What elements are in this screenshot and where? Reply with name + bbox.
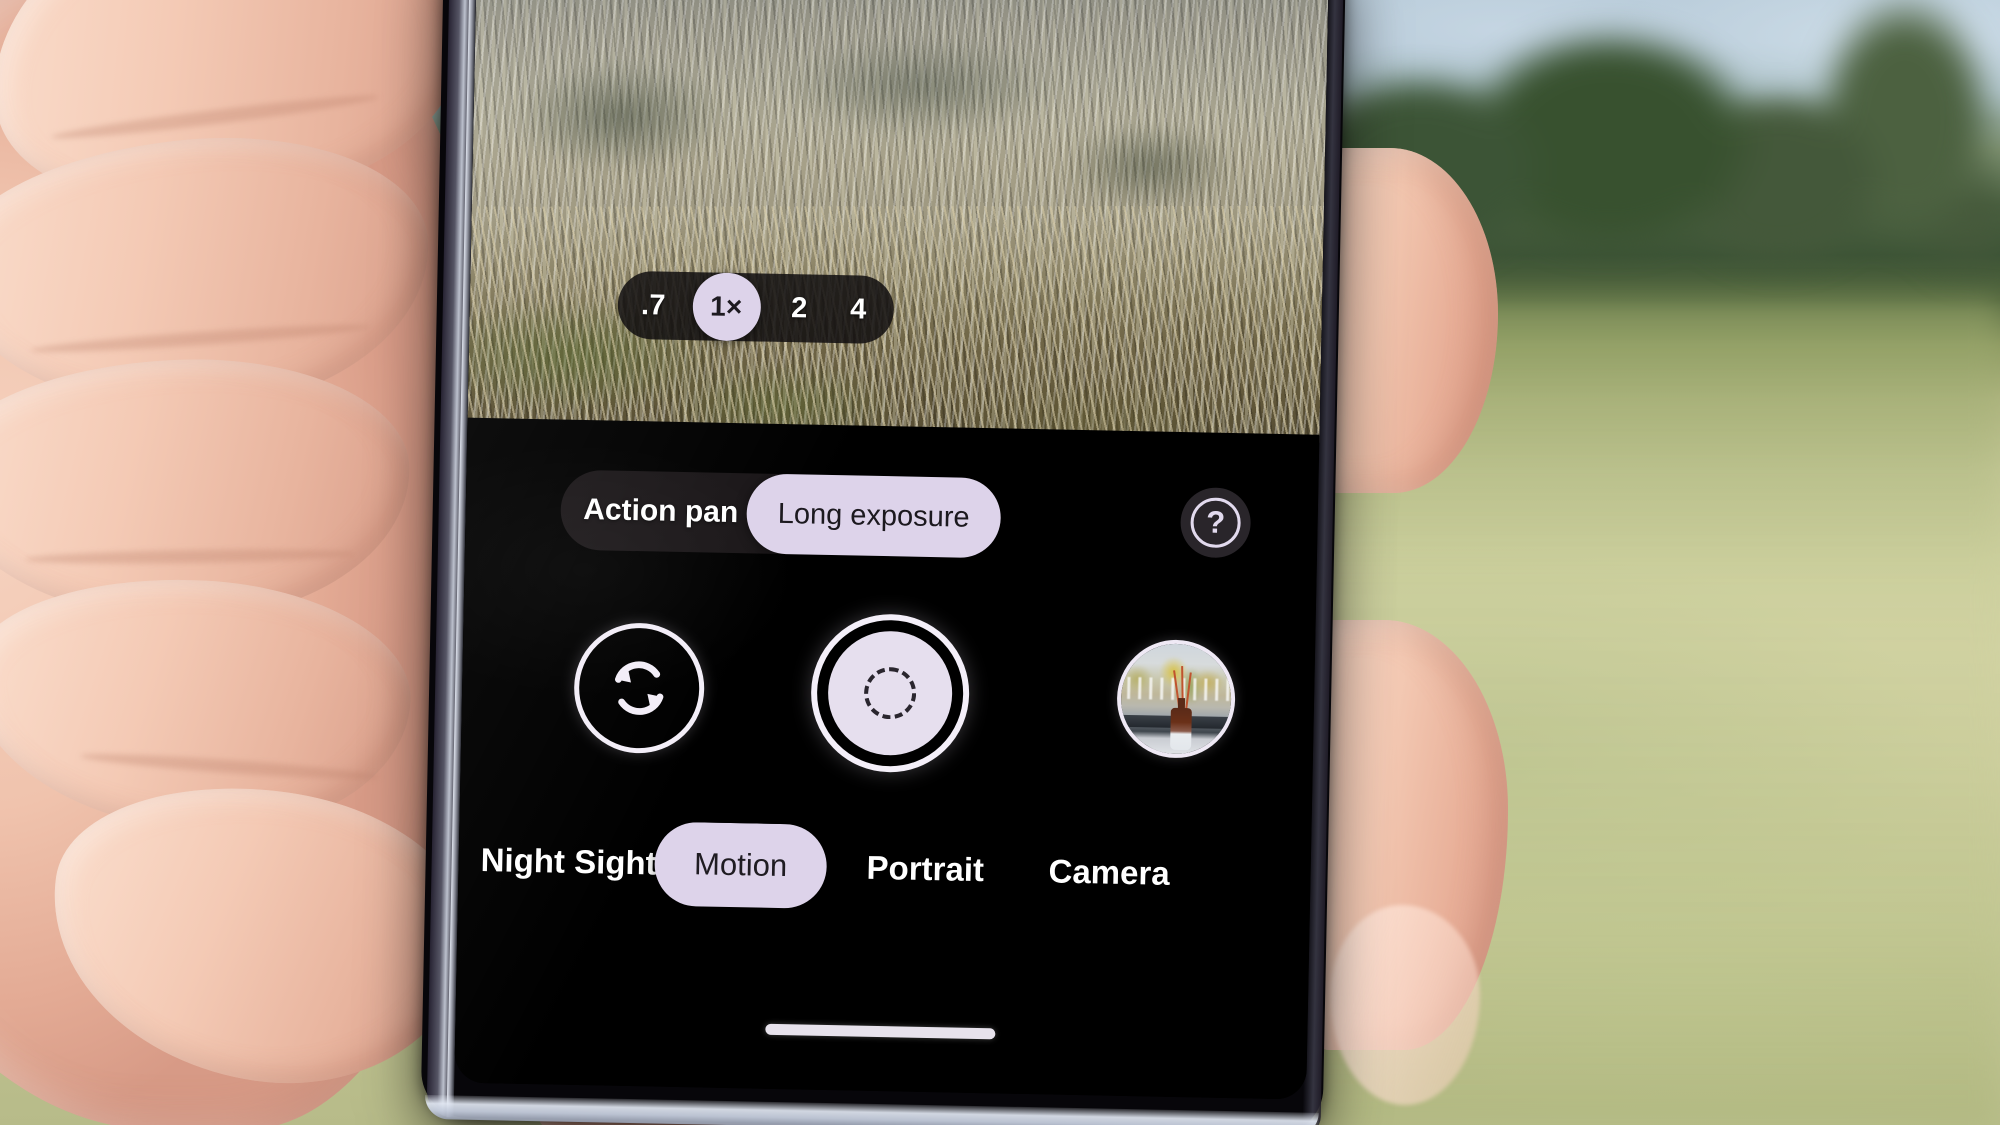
question-mark-icon: ? bbox=[1190, 497, 1242, 549]
camera-flip-icon bbox=[614, 661, 664, 715]
zoom-option-0.7x[interactable]: .7 bbox=[633, 288, 674, 322]
toggle-option-action-pan[interactable]: Action pan bbox=[560, 470, 762, 554]
zoom-option-2x[interactable]: 2 bbox=[779, 291, 820, 325]
camera-viewfinder[interactable]: .7 1× 2 4 bbox=[467, 0, 1330, 443]
flip-camera-button[interactable] bbox=[572, 621, 706, 755]
long-exposure-indicator-icon bbox=[863, 666, 917, 720]
gallery-thumbnail-image bbox=[1119, 642, 1237, 756]
help-button[interactable]: ? bbox=[1179, 486, 1252, 559]
zoom-option-4x[interactable]: 4 bbox=[838, 293, 879, 327]
thumbnail-bottle bbox=[1170, 707, 1192, 751]
gallery-thumbnail-button[interactable] bbox=[1115, 638, 1237, 760]
photo-scene: .7 1× 2 4 Action pan Long exposure ? Nig… bbox=[0, 0, 2000, 1125]
zoom-selector[interactable]: .7 1× 2 4 bbox=[617, 270, 895, 345]
home-indicator[interactable] bbox=[765, 1023, 996, 1040]
mode-night-sight[interactable]: Night Sight bbox=[480, 818, 658, 906]
motion-mode-toggle[interactable]: Action pan Long exposure bbox=[559, 469, 1002, 559]
zoom-option-1x[interactable]: 1× bbox=[691, 272, 762, 342]
mode-camera[interactable]: Camera bbox=[1048, 829, 1171, 915]
shutter-core bbox=[826, 629, 954, 757]
mode-motion[interactable]: Motion bbox=[653, 821, 828, 909]
viewfinder-haze bbox=[467, 0, 1330, 443]
camera-control-panel: Action pan Long exposure ? Night Sight M… bbox=[454, 417, 1320, 1100]
phone-screen: .7 1× 2 4 Action pan Long exposure ? Nig… bbox=[454, 0, 1330, 1100]
mode-carousel[interactable]: Night Sight Motion Portrait Camera bbox=[458, 818, 1312, 935]
mode-portrait[interactable]: Portrait bbox=[866, 826, 985, 912]
shutter-row bbox=[460, 608, 1316, 825]
phone-device: .7 1× 2 4 Action pan Long exposure ? Nig… bbox=[420, 0, 1347, 1125]
shutter-button[interactable] bbox=[809, 612, 971, 774]
toggle-option-long-exposure[interactable]: Long exposure bbox=[745, 473, 1002, 559]
